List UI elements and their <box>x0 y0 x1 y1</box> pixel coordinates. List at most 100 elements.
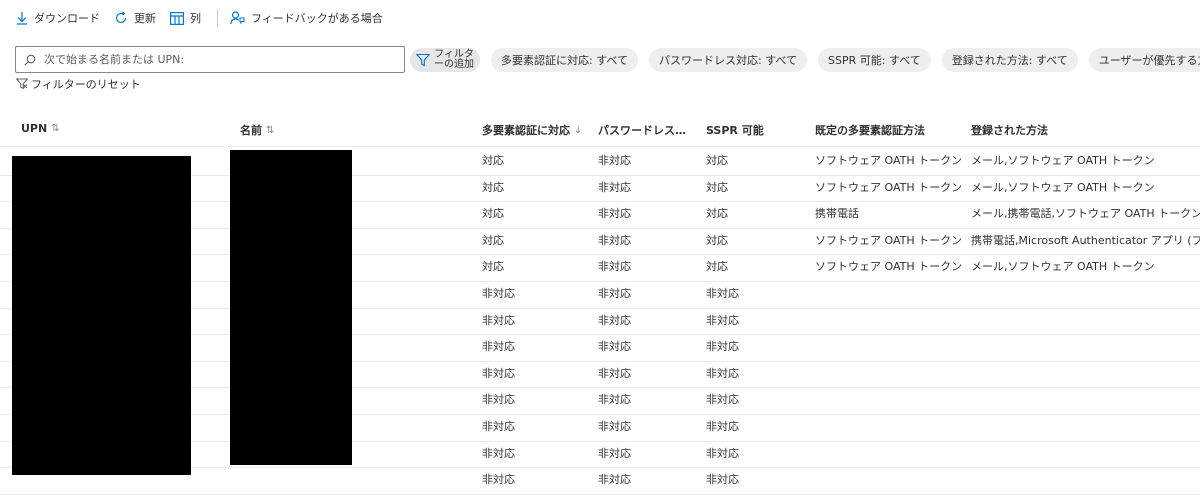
cell-mfa-capable: 非対応 <box>482 446 515 460</box>
cell-passwordless-capable: 非対応 <box>598 393 631 407</box>
cell-registered-methods: メール,ソフトウェア OATH トークン <box>971 260 1155 274</box>
search-icon <box>24 54 36 66</box>
cell-registered-methods: メール,ソフトウェア OATH トークン <box>971 180 1155 194</box>
column-header-name-label: 名前 <box>240 124 262 137</box>
column-header-upn[interactable]: UPN ⇅ <box>21 122 60 135</box>
filter-reset-icon <box>16 78 28 90</box>
cell-passwordless-capable: 非対応 <box>598 340 631 354</box>
cell-sspr-capable: 対応 <box>706 233 728 247</box>
cell-mfa-capable: 対応 <box>482 180 504 194</box>
feedback-button[interactable]: フィードバックがある場合 <box>230 10 383 26</box>
reset-filters-label: フィルターのリセット <box>31 78 141 91</box>
cell-passwordless-capable: 非対応 <box>598 154 631 167</box>
cell-mfa-capable: 非対応 <box>482 366 515 380</box>
cell-default-mfa-method: 携帯電話 <box>815 207 859 221</box>
cell-mfa-capable: 非対応 <box>482 473 515 487</box>
header-divider <box>0 146 1200 147</box>
cell-mfa-capable: 対応 <box>482 260 504 274</box>
cell-mfa-capable: 非対応 <box>482 313 515 327</box>
cell-passwordless-capable: 非対応 <box>598 287 631 300</box>
column-header-mfa-capable-label: 多要素認証に対応 <box>482 124 570 137</box>
cell-passwordless-capable: 非対応 <box>598 313 631 327</box>
redacted-name-column <box>230 150 352 465</box>
refresh-button[interactable]: 更新 <box>114 10 156 26</box>
search-input[interactable] <box>44 53 404 66</box>
download-label: ダウンロード <box>34 12 100 25</box>
cell-sspr-capable: 対応 <box>706 260 728 274</box>
search-box[interactable] <box>15 46 405 73</box>
columns-label: 列 <box>190 12 201 25</box>
redacted-upn-column <box>12 156 191 475</box>
cell-sspr-capable: 非対応 <box>706 420 739 433</box>
columns-icon <box>170 11 184 25</box>
columns-button[interactable]: 列 <box>170 10 201 26</box>
cell-sspr-capable: 対応 <box>706 207 728 221</box>
cell-passwordless-capable: 非対応 <box>598 233 631 247</box>
cell-passwordless-capable: 非対応 <box>598 180 631 194</box>
cell-sspr-capable: 非対応 <box>706 446 739 460</box>
reset-filters-button[interactable]: フィルターのリセット <box>16 76 141 92</box>
refresh-icon <box>115 11 127 24</box>
toolbar-divider <box>217 9 218 27</box>
filter-pill-user-preferred-method[interactable]: ユーザーが優先する方 <box>1088 47 1200 72</box>
cell-registered-methods: メール,ソフトウェア OATH トークン <box>971 154 1155 167</box>
download-button[interactable]: ダウンロード <box>16 10 100 26</box>
sort-descending-icon: ↓ <box>574 124 583 136</box>
cell-sspr-capable: 対応 <box>706 154 728 167</box>
feedback-person-icon <box>230 11 245 25</box>
cell-sspr-capable: 非対応 <box>706 287 739 300</box>
cell-sspr-capable: 非対応 <box>706 340 739 354</box>
cell-default-mfa-method: ソフトウェア OATH トークン <box>815 154 963 167</box>
cell-mfa-capable: 対応 <box>482 207 504 221</box>
filter-pill-registered-methods[interactable]: 登録された方法: すべて <box>941 47 1078 72</box>
cell-default-mfa-method: ソフトウェア OATH トークン <box>815 180 963 194</box>
cell-passwordless-capable: 非対応 <box>598 207 631 221</box>
cell-passwordless-capable: 非対応 <box>598 260 631 274</box>
command-bar: ダウンロード 更新 列 フィードバックがある場合 <box>0 0 1200 36</box>
cell-default-mfa-method: ソフトウェア OATH トークン <box>815 260 963 274</box>
cell-registered-methods: 携帯電話,Microsoft Authenticator アプリ (プッシュ <box>971 233 1200 247</box>
column-header-upn-label: UPN <box>21 122 48 135</box>
filter-pill-passwordless-capable[interactable]: パスワードレス対応: すべて <box>649 47 807 72</box>
add-filter-label-line1: フィルタ <box>434 48 474 60</box>
column-header-sspr-capable-label: SSPR 可能 <box>706 124 764 137</box>
column-header-default-mfa-method[interactable]: 既定の多要素認証方法 <box>815 122 925 138</box>
filter-bar: フィルタ ーの追加 多要素認証に対応: すべて パスワードレス対応: すべて S… <box>15 45 1200 74</box>
column-header-name[interactable]: 名前 ⇅ <box>240 122 274 138</box>
sort-icon: ⇅ <box>266 124 275 136</box>
add-filter-label: フィルタ ーの追加 <box>434 48 474 70</box>
column-header-passwordless-label: パスワードレス… <box>598 124 686 137</box>
cell-sspr-capable: 非対応 <box>706 473 739 487</box>
cell-passwordless-capable: 非対応 <box>598 473 631 487</box>
add-filter-button[interactable]: フィルタ ーの追加 <box>410 47 480 72</box>
refresh-label: 更新 <box>134 12 156 25</box>
filter-icon <box>416 53 430 66</box>
cell-sspr-capable: 非対応 <box>706 366 739 380</box>
column-header-registered-methods[interactable]: 登録された方法 <box>971 122 1048 138</box>
cell-mfa-capable: 非対応 <box>482 420 515 433</box>
cell-mfa-capable: 対応 <box>482 154 504 167</box>
filter-pill-sspr-capable[interactable]: SSPR 可能: すべて <box>818 47 931 72</box>
column-header-sspr-capable[interactable]: SSPR 可能 <box>706 122 764 138</box>
cell-mfa-capable: 非対応 <box>482 340 515 354</box>
download-icon <box>17 12 27 25</box>
cell-passwordless-capable: 非対応 <box>598 446 631 460</box>
cell-passwordless-capable: 非対応 <box>598 366 631 380</box>
column-header-mfa-capable[interactable]: 多要素認証に対応 ↓ <box>482 122 582 138</box>
cell-mfa-capable: 対応 <box>482 233 504 247</box>
cell-sspr-capable: 対応 <box>706 180 728 194</box>
cell-mfa-capable: 非対応 <box>482 393 515 407</box>
sort-icon: ⇅ <box>51 123 60 134</box>
cell-default-mfa-method: ソフトウェア OATH トークン <box>815 233 963 247</box>
cell-mfa-capable: 非対応 <box>482 287 515 300</box>
cell-passwordless-capable: 非対応 <box>598 420 631 433</box>
column-header-registered-methods-label: 登録された方法 <box>971 124 1048 137</box>
cell-registered-methods: メール,携帯電話,ソフトウェア OATH トークン <box>971 207 1200 221</box>
filter-pill-mfa-capable[interactable]: 多要素認証に対応: すべて <box>491 47 638 72</box>
add-filter-label-line2: ーの追加 <box>434 58 474 70</box>
feedback-label: フィードバックがある場合 <box>251 12 383 25</box>
column-header-passwordless[interactable]: パスワードレス… <box>598 122 686 138</box>
column-header-default-mfa-method-label: 既定の多要素認証方法 <box>815 124 925 137</box>
cell-sspr-capable: 非対応 <box>706 393 739 407</box>
cell-sspr-capable: 非対応 <box>706 313 739 327</box>
